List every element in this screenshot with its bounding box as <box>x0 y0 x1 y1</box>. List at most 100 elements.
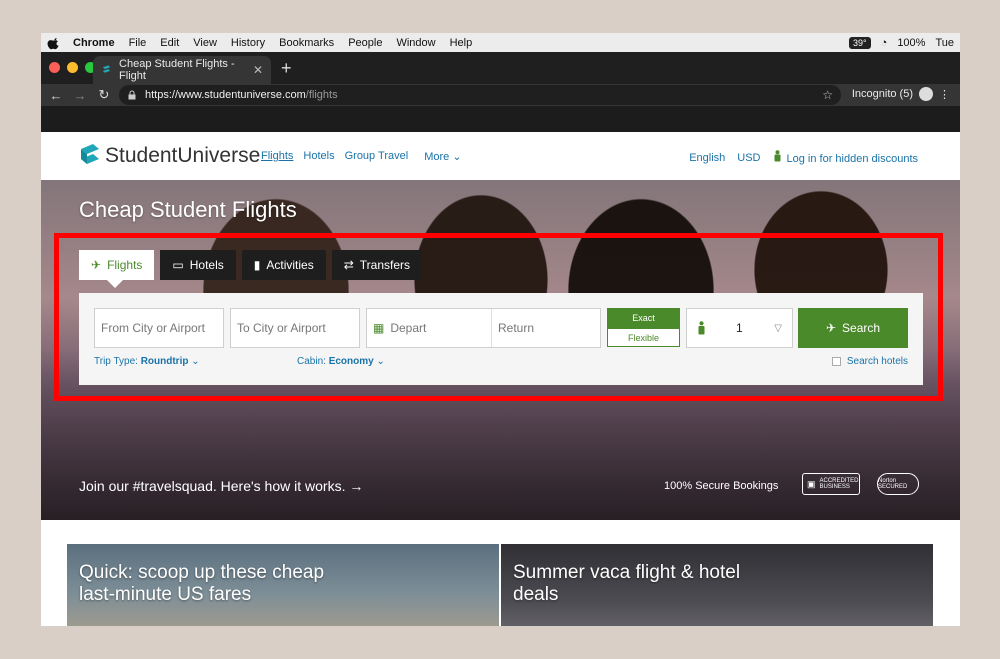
window-controls <box>49 62 96 73</box>
from-airport-input[interactable]: From City or Airport <box>94 308 224 348</box>
nav-flights[interactable]: Flights <box>261 150 293 163</box>
back-icon[interactable]: ← <box>47 88 65 103</box>
menu-file[interactable]: File <box>129 37 147 49</box>
depart-placeholder: Depart <box>390 321 427 335</box>
flight-search-panel: From City or Airport To City or Airport … <box>79 293 923 385</box>
new-tab-button[interactable]: + <box>281 58 292 79</box>
lock-icon <box>128 90 136 100</box>
passenger-count: 1 <box>736 321 743 335</box>
travelsquad-link[interactable]: Join our #travelsquad. Here's how it wor… <box>79 478 363 494</box>
os-menubar: Chrome File Edit View History Bookmarks … <box>41 33 960 52</box>
nav-hotels[interactable]: Hotels <box>303 150 334 163</box>
search-hotels-checkbox[interactable]: Search hotels <box>831 356 908 367</box>
trip-type-label: Trip Type: <box>94 356 138 367</box>
date-range-input: ▦ Depart Return <box>366 308 601 348</box>
tab-title: Cheap Student Flights - Flight <box>119 58 235 82</box>
menu-window[interactable]: Window <box>396 37 435 49</box>
page-title: Cheap Student Flights <box>79 197 297 222</box>
bbb-badge: ▣ ACCREDITED BUSINESS <box>802 473 860 495</box>
person-icon <box>774 150 781 162</box>
currency-selector[interactable]: USD <box>737 152 760 164</box>
language-selector[interactable]: English <box>689 152 725 164</box>
bed-icon: ▭ <box>172 258 184 272</box>
promo-card-last-minute[interactable]: Quick: scoop up these cheap last-minute U… <box>67 544 499 626</box>
browser-toolbar: ← → ↻ https://www.studentuniverse.com /f… <box>41 84 960 106</box>
url-path: /flights <box>305 89 338 101</box>
day-label[interactable]: Tue <box>935 37 954 49</box>
apple-icon[interactable] <box>47 36 61 50</box>
bbb-label: ACCREDITED BUSINESS <box>819 478 859 490</box>
more-menu-icon[interactable]: ⋮ <box>939 88 950 101</box>
incognito-label: Incognito (5) <box>851 88 913 100</box>
tab-strip: Cheap Student Flights - Flight ✕ + <box>41 52 960 84</box>
promo-card-summer-vaca[interactable]: Summer vaca flight & hotel deals <box>501 544 933 626</box>
menu-view[interactable]: View <box>193 37 217 49</box>
menu-help[interactable]: Help <box>450 37 473 49</box>
menubar-status-area: 39° ◔ 100% Tue <box>849 36 954 49</box>
studentuniverse-logo-icon <box>81 144 99 164</box>
flexible-dates-toggle[interactable]: Flexible <box>607 328 680 347</box>
url-host: https://www.studentuniverse.com <box>145 89 306 101</box>
battery-percent[interactable]: 100% <box>897 37 925 49</box>
menu-people[interactable]: People <box>348 37 382 49</box>
login-label: Log in for hidden discounts <box>786 153 918 165</box>
chevron-down-icon: ▽ <box>774 322 782 334</box>
checkbox-icon <box>831 357 841 366</box>
tab-activities-label: Activities <box>266 258 314 272</box>
tab-flights[interactable]: ✈ Flights <box>79 250 155 288</box>
site-logo[interactable]: StudentUniverse <box>79 142 260 170</box>
bookmark-star-icon[interactable]: ☆ <box>822 88 833 102</box>
header-utilities: English USD Log in for hidden discounts <box>689 150 918 165</box>
trip-type-selector[interactable]: Trip Type: Roundtrip ⌄ <box>94 356 200 367</box>
nav-group-travel[interactable]: Group Travel <box>345 150 409 163</box>
chevron-down-icon: ⌄ <box>452 151 462 163</box>
forward-icon[interactable]: → <box>71 88 89 103</box>
chevron-down-icon: ⌄ <box>376 356 385 367</box>
tab-transfers-label: Transfers <box>359 258 411 272</box>
promo-card-title: Summer vaca flight & hotel deals <box>513 562 740 606</box>
promo-title-line: Summer vaca flight & hotel <box>513 562 741 583</box>
close-window-button[interactable] <box>49 62 60 73</box>
chevron-down-icon: ⌄ <box>191 356 200 367</box>
cabin-value: Economy <box>328 356 374 367</box>
minimize-window-button[interactable] <box>67 62 78 73</box>
to-airport-input[interactable]: To City or Airport <box>230 308 360 348</box>
nav-more[interactable]: More ⌄ <box>424 150 461 163</box>
incognito-indicator[interactable]: Incognito (5) ⋮ <box>852 87 950 101</box>
menu-app-chrome[interactable]: Chrome <box>73 37 115 49</box>
browser-tab-active[interactable]: Cheap Student Flights - Flight ✕ <box>93 56 271 84</box>
tab-hotels[interactable]: ▭ Hotels <box>160 250 236 280</box>
tab-activities[interactable]: ▮ Activities <box>241 250 326 280</box>
weather-badge[interactable]: 39° <box>849 36 871 49</box>
promo-title-line: deals <box>513 584 559 605</box>
norton-label: Norton SECURED <box>878 478 908 490</box>
person-icon <box>698 321 705 335</box>
menu-edit[interactable]: Edit <box>160 37 179 49</box>
cabin-selector[interactable]: Cabin: Economy ⌄ <box>297 356 385 367</box>
passenger-select[interactable]: 1 ▽ <box>686 308 793 348</box>
page-top-band <box>41 106 960 132</box>
browser-window: Cheap Student Flights - Flight ✕ + ← → ↻… <box>41 52 960 626</box>
menu-history[interactable]: History <box>231 37 265 49</box>
close-tab-icon[interactable]: ✕ <box>253 63 263 77</box>
tab-flights-label: Flights <box>107 258 143 272</box>
studentuniverse-favicon-icon <box>102 65 111 73</box>
transfer-icon: ⇄ <box>343 258 354 272</box>
depart-date-input[interactable]: ▦ Depart <box>367 309 492 347</box>
bbb-icon: ▣ <box>807 478 816 489</box>
tab-transfers[interactable]: ⇄ Transfers <box>331 250 423 280</box>
promo-title-line: Quick: scoop up these cheap <box>79 562 325 583</box>
reload-icon[interactable]: ↻ <box>95 87 113 103</box>
exact-dates-toggle[interactable]: Exact <box>607 308 680 328</box>
return-date-input[interactable]: Return <box>492 321 540 335</box>
plane-icon: ✈ <box>91 258 102 272</box>
wifi-icon[interactable]: ◔ <box>881 37 888 49</box>
tab-hotels-label: Hotels <box>189 258 224 272</box>
site-header: StudentUniverse Flights Hotels Group Tra… <box>41 132 960 182</box>
login-link[interactable]: Log in for hidden discounts <box>773 150 918 165</box>
menu-bookmarks[interactable]: Bookmarks <box>279 37 334 49</box>
search-button[interactable]: ✈ Search <box>798 308 908 348</box>
search-tabs: ✈ Flights ▭ Hotels ▮ Activities ⇄ Transfers <box>79 250 423 288</box>
address-bar[interactable]: https://www.studentuniverse.com /flights… <box>119 85 841 105</box>
secure-bookings-text: 100% Secure Bookings <box>664 480 779 492</box>
